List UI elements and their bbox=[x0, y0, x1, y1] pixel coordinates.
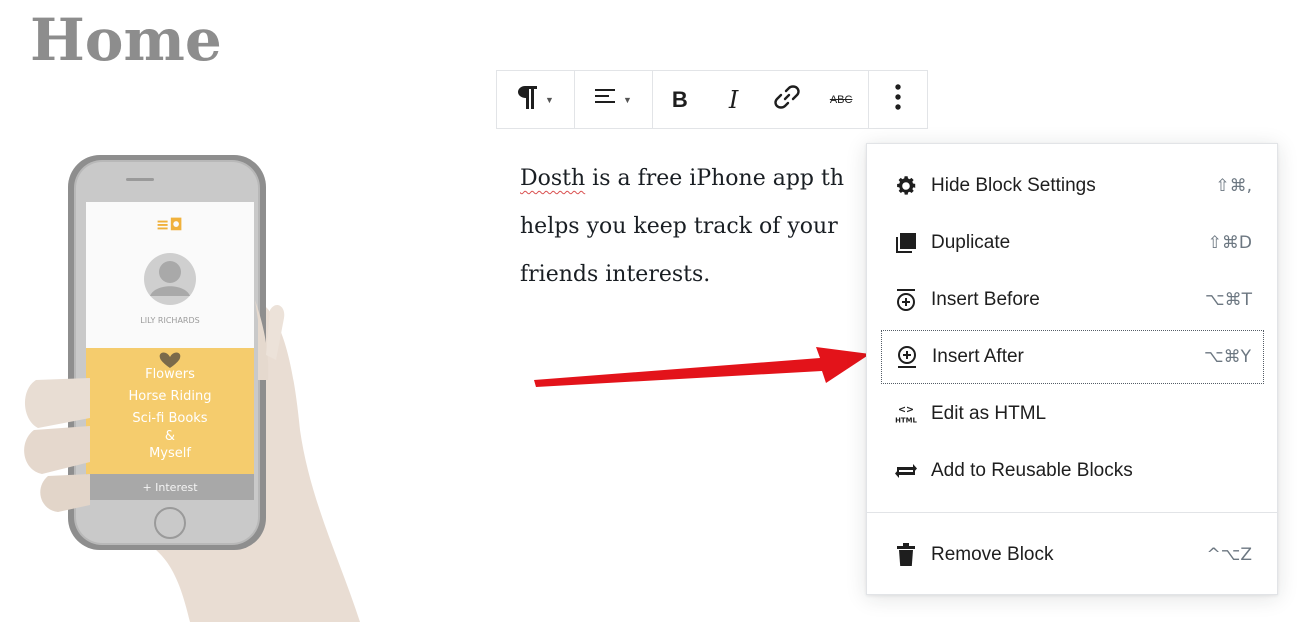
menu-item-insert-after[interactable]: Insert After ⌥⌘Y bbox=[881, 330, 1264, 384]
menu-item-shortcut: ⌥⌘T bbox=[1205, 290, 1252, 310]
paragraph-line: helps you keep track of your bbox=[520, 214, 838, 239]
align-group: ▼ bbox=[575, 71, 653, 128]
paragraph-line: friends interests. bbox=[520, 262, 711, 287]
chevron-down-icon: ▼ bbox=[623, 94, 632, 105]
menu-item-duplicate[interactable]: Duplicate ⇧⌘D bbox=[881, 216, 1264, 270]
trash-icon bbox=[893, 542, 919, 568]
gear-icon bbox=[893, 173, 919, 199]
insert-before-icon bbox=[893, 287, 919, 313]
menu-item-label: Hide Block Settings bbox=[931, 175, 1096, 196]
phone-interest: Horse Riding bbox=[128, 389, 212, 404]
paragraph-icon bbox=[517, 84, 539, 115]
block-type-button[interactable]: ▼ bbox=[497, 71, 574, 128]
phone-illustration: ≡◘ bbox=[0, 150, 380, 622]
block-type-group: ▼ bbox=[497, 71, 575, 128]
link-icon bbox=[773, 83, 801, 116]
svg-text:<>: <> bbox=[898, 404, 914, 415]
menu-item-edit-as-html[interactable]: <> HTML Edit as HTML bbox=[881, 387, 1264, 441]
italic-icon: I bbox=[728, 85, 739, 114]
more-options-button[interactable] bbox=[869, 71, 927, 128]
strikethrough-button[interactable]: ABC bbox=[814, 71, 868, 128]
paragraph-block[interactable]: Dosth is a free iPhone app th helps you … bbox=[520, 155, 880, 299]
menu-item-remove-block[interactable]: Remove Block ^⌥Z bbox=[881, 528, 1264, 582]
menu-item-shortcut: ⌥⌘Y bbox=[1204, 347, 1251, 367]
menu-item-label: Edit as HTML bbox=[931, 403, 1047, 424]
strikethrough-icon: ABC bbox=[829, 93, 853, 106]
phone-interest: Flowers bbox=[145, 367, 195, 382]
page-title: Home bbox=[30, 6, 222, 74]
chevron-down-icon: ▼ bbox=[545, 94, 554, 105]
phone-user-name: LILY RICHARDS bbox=[140, 316, 200, 325]
html-icon: <> HTML bbox=[893, 401, 919, 427]
italic-button[interactable]: I bbox=[707, 71, 761, 128]
link-button[interactable] bbox=[761, 71, 815, 128]
menu-item-label: Insert Before bbox=[931, 289, 1040, 310]
phone-add-interest: + Interest bbox=[142, 481, 198, 494]
block-toolbar: ▼ ▼ B I ABC bbox=[496, 70, 928, 129]
annotation-arrow bbox=[520, 325, 880, 400]
phone-interest: Sci-fi Books bbox=[132, 411, 208, 426]
phone-interest: Myself bbox=[149, 446, 191, 461]
app-logo: ≡◘ bbox=[156, 215, 183, 234]
menu-item-insert-before[interactable]: Insert Before ⌥⌘T bbox=[881, 273, 1264, 327]
align-button[interactable]: ▼ bbox=[575, 71, 652, 128]
misspelled-word: Dosth bbox=[520, 166, 586, 191]
bold-icon: B bbox=[671, 86, 688, 112]
menu-item-hide-block-settings[interactable]: Hide Block Settings ⇧⌘, bbox=[881, 159, 1264, 213]
menu-item-add-to-reusable-blocks[interactable]: Add to Reusable Blocks bbox=[881, 444, 1264, 498]
menu-item-shortcut: ^⌥Z bbox=[1206, 545, 1252, 565]
more-options-icon bbox=[895, 83, 901, 116]
paragraph-text: is a free iPhone app th bbox=[585, 166, 845, 191]
duplicate-icon bbox=[893, 230, 919, 256]
align-icon bbox=[595, 87, 617, 112]
format-group: B I ABC bbox=[653, 71, 869, 128]
menu-item-shortcut: ⇧⌘, bbox=[1215, 176, 1252, 196]
menu-separator bbox=[867, 512, 1277, 513]
html-icon-text: HTML bbox=[895, 417, 917, 425]
menu-item-label: Duplicate bbox=[931, 232, 1011, 253]
menu-item-shortcut: ⇧⌘D bbox=[1207, 233, 1252, 253]
reusable-block-icon bbox=[893, 458, 919, 484]
block-settings-menu: Hide Block Settings ⇧⌘, Duplicate ⇧⌘D In… bbox=[866, 143, 1278, 595]
phone-interest: & bbox=[164, 429, 176, 444]
menu-item-label: Remove Block bbox=[931, 544, 1054, 565]
insert-after-icon bbox=[894, 344, 920, 370]
menu-item-label: Insert After bbox=[932, 346, 1024, 367]
more-group bbox=[869, 71, 927, 128]
paragraph-line: Dosth is a free iPhone app th bbox=[520, 155, 880, 203]
bold-button[interactable]: B bbox=[653, 71, 707, 128]
menu-item-label: Add to Reusable Blocks bbox=[931, 460, 1133, 481]
